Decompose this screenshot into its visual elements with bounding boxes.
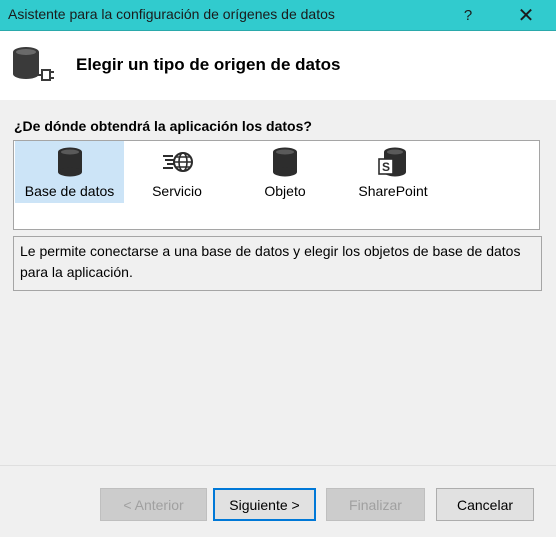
object-icon	[273, 147, 297, 177]
question-label: ¿De dónde obtendrá la aplicación los dat…	[14, 118, 312, 134]
previous-button[interactable]: < Anterior	[100, 488, 207, 521]
type-item-sharepoint[interactable]: S SharePoint	[348, 141, 438, 203]
description-box: Le permite conectarse a una base de dato…	[13, 236, 542, 291]
finish-button[interactable]: Finalizar	[326, 488, 425, 521]
type-item-database[interactable]: Base de datos	[15, 141, 124, 203]
data-source-type-list[interactable]: Base de datos Servicio Objeto S SharePoi	[13, 140, 540, 230]
svg-text:S: S	[382, 160, 390, 174]
type-label-service: Servicio	[152, 183, 202, 199]
footer-divider	[0, 465, 556, 466]
database-plug-icon	[13, 47, 54, 81]
window-title: Asistente para la configuración de oríge…	[8, 6, 335, 22]
type-label-object: Objeto	[264, 183, 306, 199]
type-item-object[interactable]: Objeto	[240, 141, 330, 203]
page-title: Elegir un tipo de origen de datos	[76, 55, 341, 74]
service-icon	[163, 152, 193, 172]
close-icon: ✕	[517, 4, 535, 27]
next-button[interactable]: Siguiente >	[213, 488, 316, 521]
help-icon: ?	[463, 6, 473, 24]
database-icon	[57, 147, 82, 177]
close-button[interactable]: ✕	[506, 0, 546, 30]
type-label-sharepoint: SharePoint	[358, 183, 428, 199]
wizard-header: Elegir un tipo de origen de datos	[0, 31, 556, 100]
sharepoint-icon: S	[378, 147, 406, 177]
title-bar: Asistente para la configuración de oríge…	[0, 0, 556, 31]
description-text: Le permite conectarse a una base de dato…	[20, 243, 521, 280]
cancel-button[interactable]: Cancelar	[436, 488, 534, 521]
help-button[interactable]: ?	[448, 0, 488, 30]
type-item-service[interactable]: Servicio	[132, 141, 222, 203]
type-label-database: Base de datos	[24, 183, 115, 199]
